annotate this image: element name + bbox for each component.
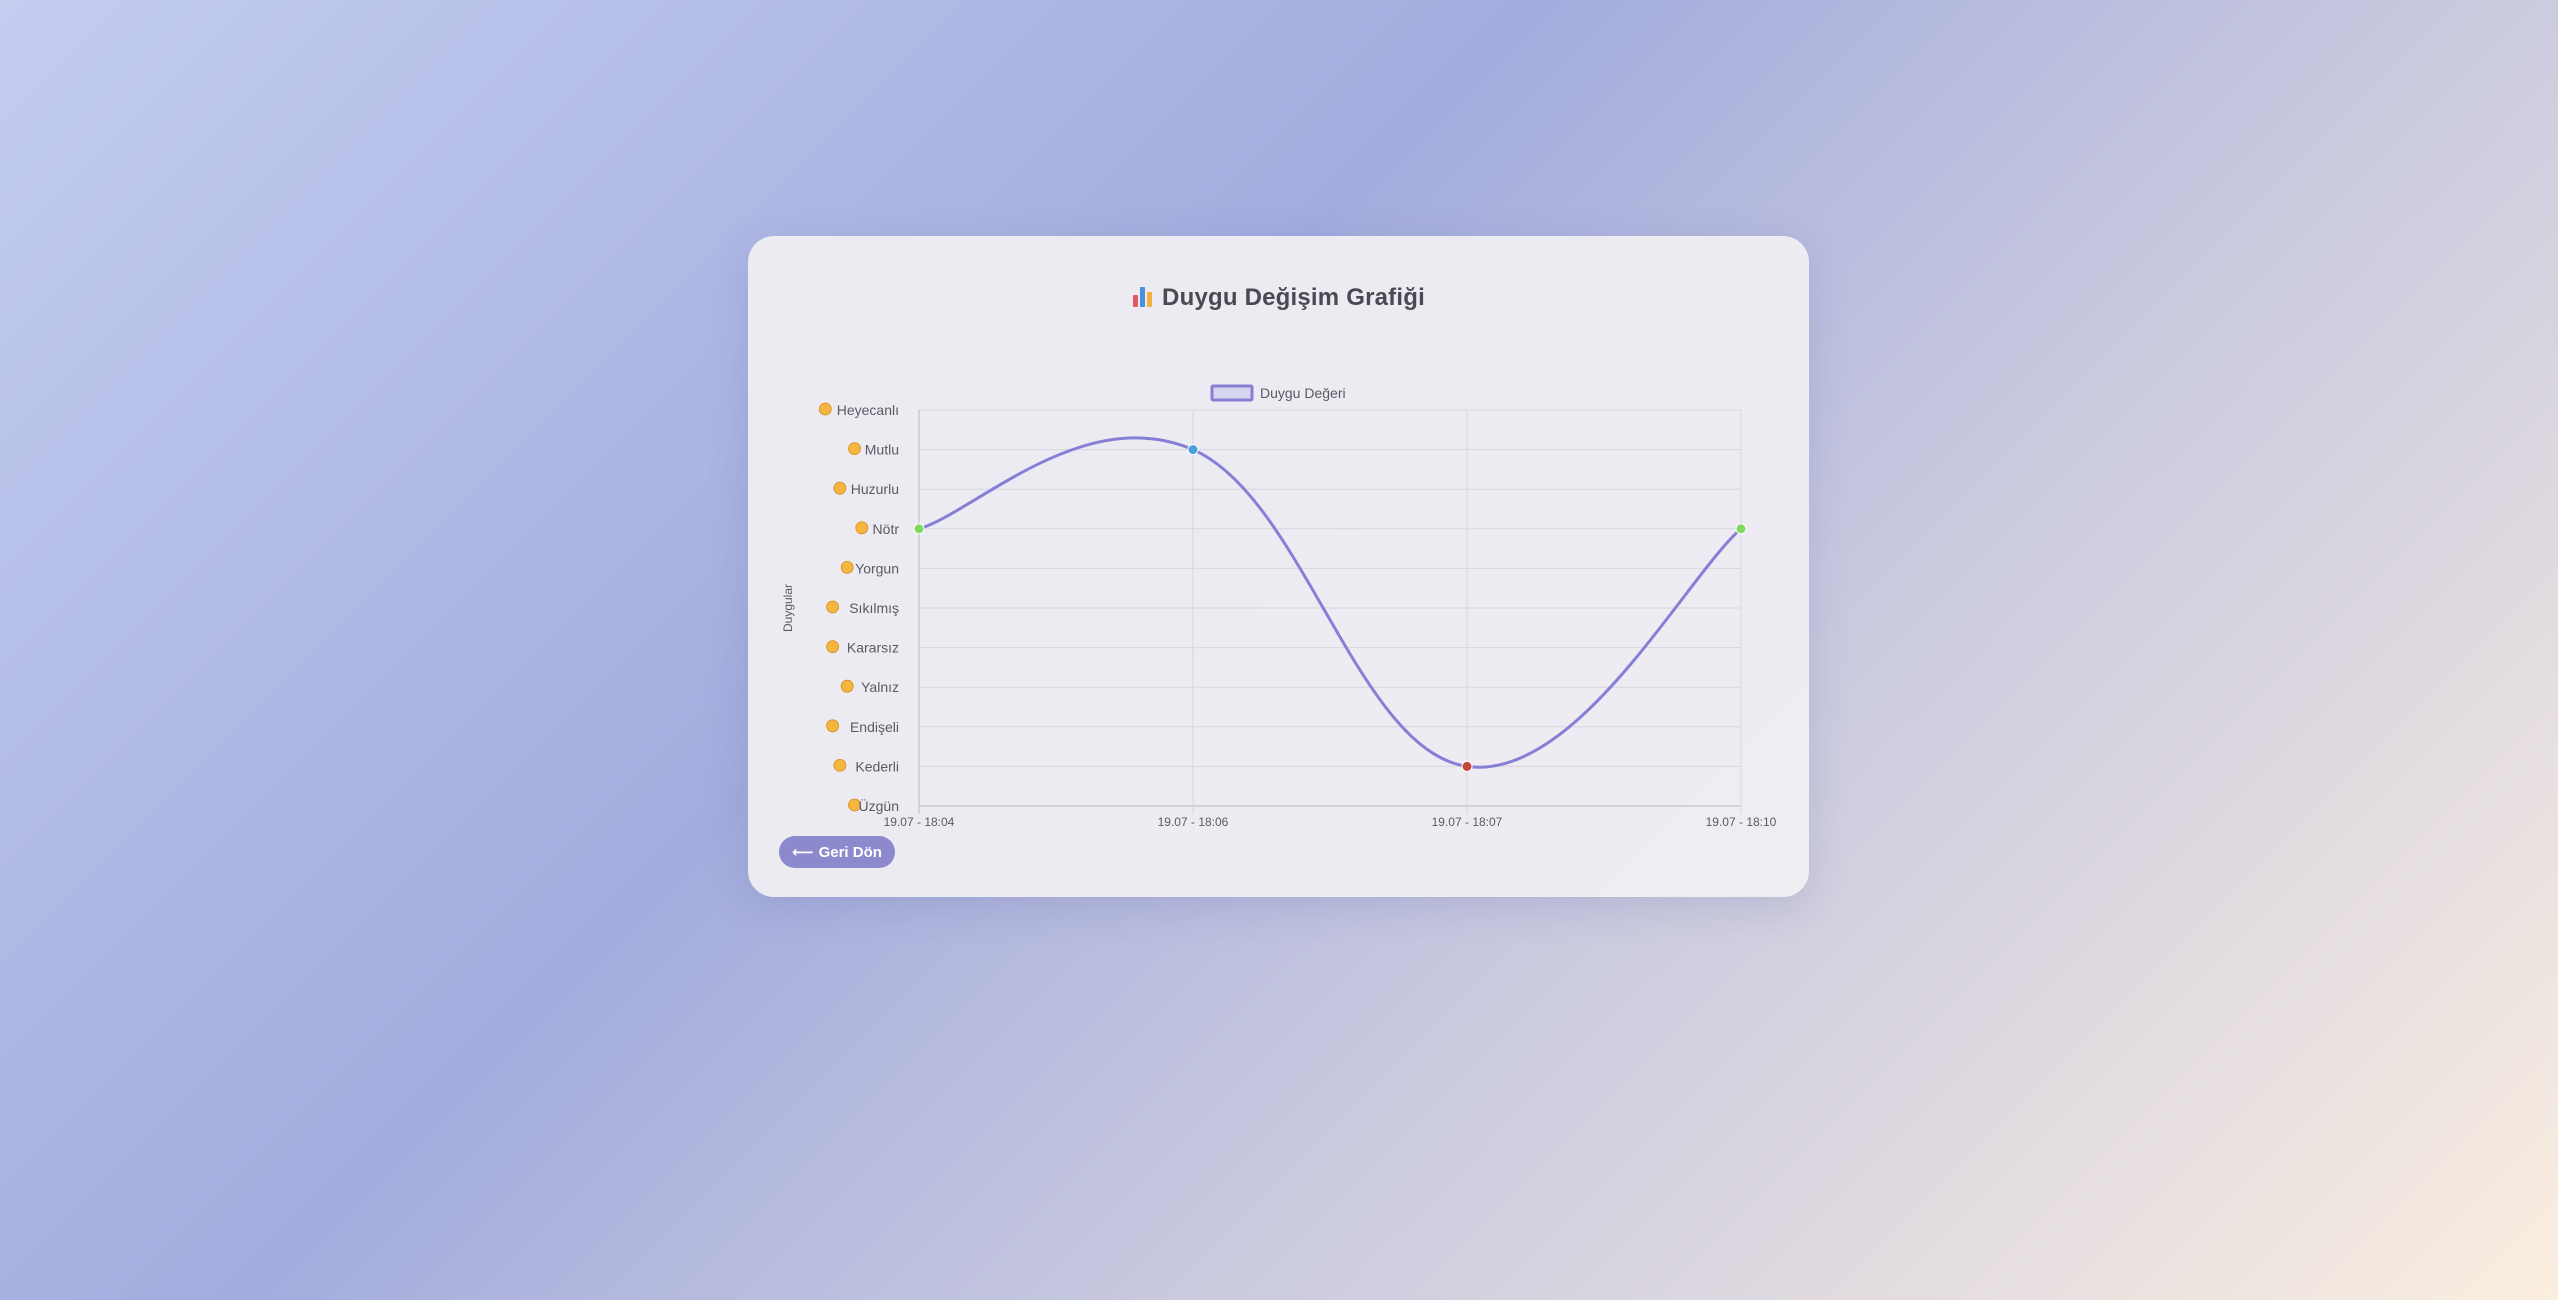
data-point[interactable]	[1187, 444, 1199, 456]
data-point[interactable]	[913, 523, 925, 535]
chart-grid	[918, 409, 1742, 814]
emoji-face-icon	[840, 679, 854, 693]
emotion-line-chart: Duygu Değeri Duygular Üzgün Kederli Endişe…	[781, 384, 1777, 829]
emoji-face-icon	[818, 402, 832, 416]
y-tick-label: Üzgün	[859, 797, 899, 814]
back-button-label: Geri Dön	[818, 843, 882, 861]
arrow-left-icon: ⟵	[792, 844, 814, 861]
y-tick-label: Kederli	[855, 758, 899, 774]
y-tick-label: Sıkılmış	[849, 600, 899, 616]
emoji-face-icon	[840, 560, 854, 574]
series-line	[918, 436, 1742, 769]
x-tick-label: 19.07 - 18:06	[1158, 815, 1229, 829]
y-tick-label: Nötr	[873, 521, 900, 537]
emoji-face-icon	[826, 719, 839, 733]
y-axis-ticks: Üzgün Kederli Endişeli Yalnız Kararsız Sıkılm…	[818, 402, 900, 814]
emoji-face-icon	[826, 640, 839, 654]
data-point[interactable]	[1735, 523, 1747, 535]
y-tick-label: Yalnız	[861, 679, 899, 695]
y-tick-label: Heyecanlı	[837, 402, 899, 418]
emoji-face-icon	[833, 759, 847, 772]
legend-swatch	[1210, 384, 1254, 402]
y-tick-label: Mutlu	[865, 442, 899, 458]
emoji-face-icon	[848, 442, 861, 456]
data-point[interactable]	[1461, 760, 1473, 772]
x-tick-label: 19.07 - 18:07	[1432, 815, 1503, 829]
y-axis-title: Duygular	[781, 584, 795, 632]
y-tick-label: Kararsız	[847, 640, 899, 656]
x-axis-ticks: 19.07 - 18:04 19.07 - 18:06 19.07 - 18:07 1…	[884, 815, 1777, 829]
emoji-face-icon	[826, 600, 839, 614]
y-tick-label: Endişeli	[850, 719, 899, 735]
back-button[interactable]: ⟵ Geri Dön	[779, 836, 895, 868]
emoji-face-icon	[855, 521, 869, 535]
emoji-face-icon	[833, 481, 847, 495]
chart-legend[interactable]: Duygu Değeri	[1210, 384, 1346, 402]
chart-card: Duygu Değişim Grafiği Duygu Değeri Duygu…	[748, 236, 1809, 897]
x-tick-label: 19.07 - 18:04	[884, 815, 955, 829]
y-tick-label: Huzurlu	[851, 481, 899, 497]
legend-label: Duygu Değeri	[1260, 385, 1346, 401]
y-tick-label: Yorgun	[855, 560, 899, 576]
x-tick-label: 19.07 - 18:10	[1706, 815, 1777, 829]
